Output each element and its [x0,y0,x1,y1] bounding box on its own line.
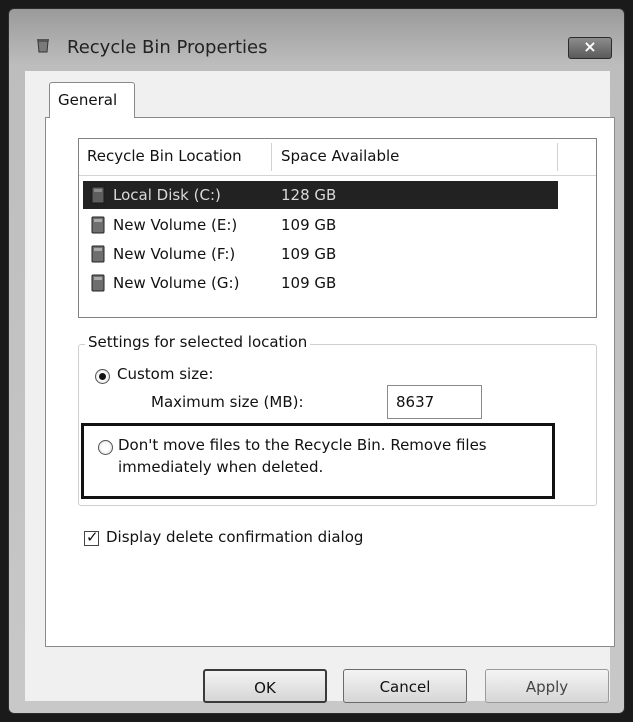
space-available: 109 GB [281,274,337,292]
list-item[interactable]: Local Disk (C:) 128 GB [83,181,558,209]
dont-move-files-radio[interactable] [98,440,113,455]
space-available: 128 GB [281,186,337,204]
checkmark-icon: ✓ [86,528,99,546]
close-icon: × [583,37,597,56]
delete-confirmation-label[interactable]: Display delete confirmation dialog [106,528,363,546]
disk-drive-icon [91,274,105,292]
list-item[interactable]: New Volume (G:) 109 GB [83,269,558,297]
settings-legend: Settings for selected location [85,333,311,351]
location-name: New Volume (E:) [113,216,238,234]
tab-general[interactable]: General [49,82,135,118]
tab-label: General [58,91,118,109]
close-button[interactable]: × [568,37,612,59]
column-divider[interactable] [557,143,558,171]
column-header-space[interactable]: Space Available [281,147,399,165]
dialog-client: General Recycle Bin Location Space Avail… [25,71,615,703]
list-header: Recycle Bin Location Space Available [79,139,596,176]
maximum-size-input[interactable] [387,385,482,419]
column-header-location[interactable]: Recycle Bin Location [87,147,242,165]
maximum-size-label: Maximum size (MB): [151,393,304,411]
cancel-button[interactable]: Cancel [343,669,467,703]
location-name: New Volume (F:) [113,245,236,263]
list-item[interactable]: New Volume (F:) 109 GB [83,240,558,268]
recycle-bin-location-list[interactable]: Recycle Bin Location Space Available Loc… [78,138,597,318]
title-bar[interactable]: Recycle Bin Properties × [9,9,624,71]
recycle-bin-icon [37,39,49,53]
disk-drive-icon [91,216,105,234]
dialog-window: Recycle Bin Properties × General Recycle… [8,8,625,714]
window-title: Recycle Bin Properties [67,37,268,58]
space-available: 109 GB [281,245,337,263]
location-name: Local Disk (C:) [113,186,221,204]
custom-size-label[interactable]: Custom size: [117,365,213,383]
settings-group: Settings for selected location Custom si… [78,333,597,506]
apply-button[interactable]: Apply [485,669,609,703]
delete-confirmation-checkbox[interactable]: ✓ [84,528,99,546]
disk-drive-icon [91,245,105,263]
custom-size-radio[interactable] [95,369,110,384]
tab-panel-general: Recycle Bin Location Space Available Loc… [45,117,615,647]
highlight-annotation: Don't move files to the Recycle Bin. Rem… [81,423,555,499]
column-divider[interactable] [271,143,272,171]
location-name: New Volume (G:) [113,274,240,292]
ok-button[interactable]: OK [203,669,327,703]
dont-move-files-label[interactable]: Don't move files to the Recycle Bin. Rem… [118,434,550,478]
space-available: 109 GB [281,216,337,234]
disk-drive-icon [91,186,105,204]
list-item[interactable]: New Volume (E:) 109 GB [83,211,558,239]
